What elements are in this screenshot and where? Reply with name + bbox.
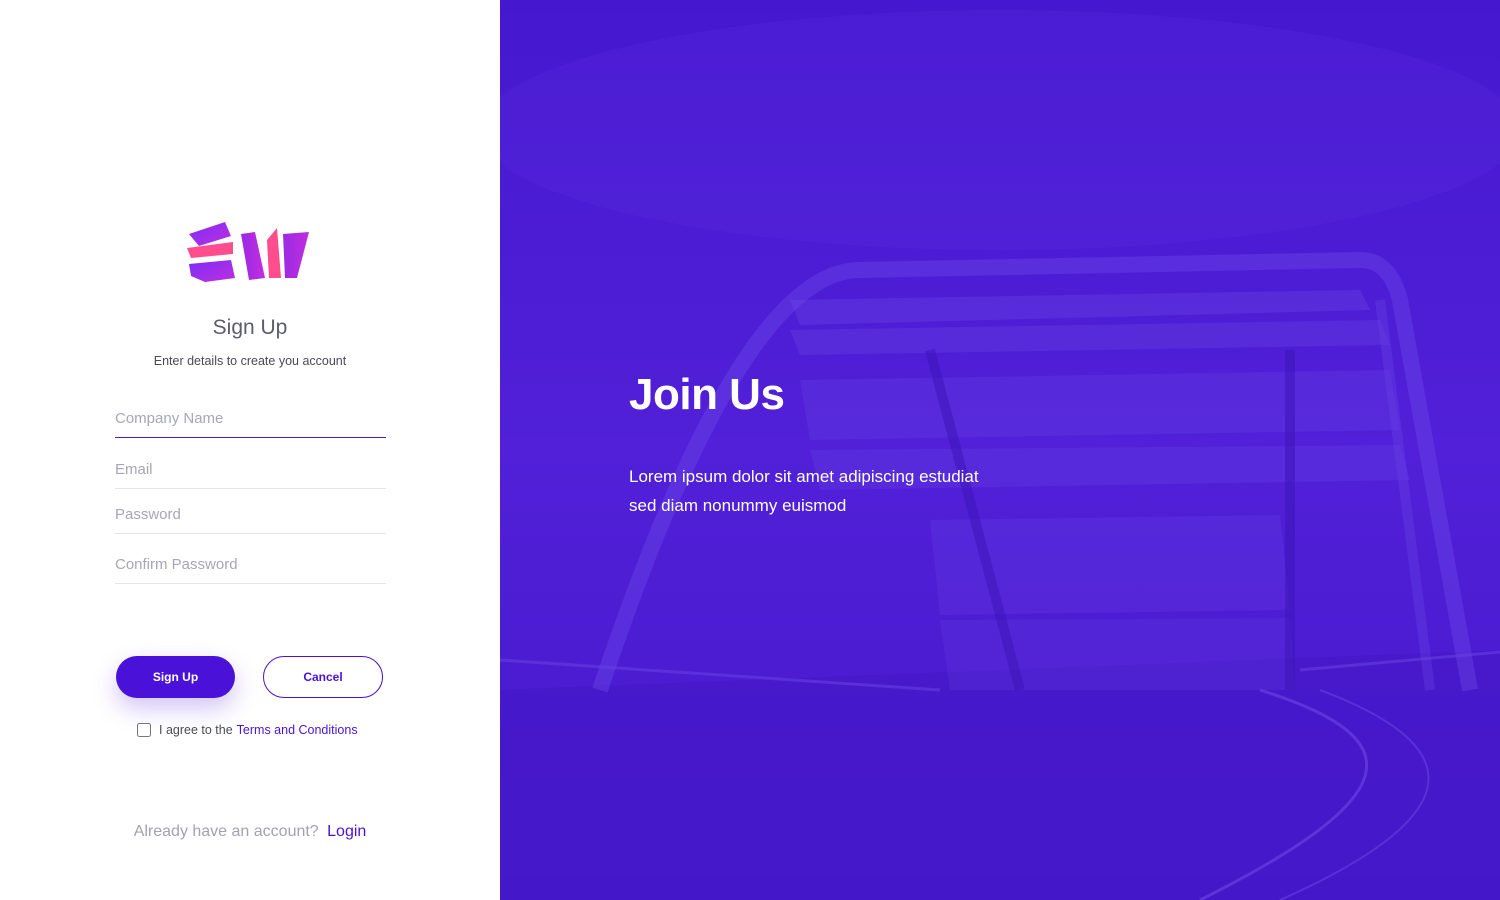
page-subtitle: Enter details to create you account	[153, 354, 347, 368]
hero-description-line-2: sed diam nonummy euismod	[629, 496, 847, 515]
page-title: Sign Up	[212, 316, 288, 339]
login-prompt: Already have an account? Login	[0, 823, 500, 841]
password-input[interactable]	[115, 506, 386, 534]
confirm-password-input[interactable]	[115, 556, 386, 584]
sign-up-button[interactable]: Sign Up	[116, 656, 235, 698]
hero-panel: Join Us Lorem ipsum dolor sit amet adipi…	[500, 0, 1500, 900]
terms-label: I agree to the	[159, 723, 233, 737]
email-input[interactable]	[115, 461, 386, 489]
terms-checkbox[interactable]	[137, 723, 151, 737]
terms-link[interactable]: Terms and Conditions	[237, 723, 358, 737]
bridge-image	[500, 0, 1500, 900]
signup-panel: Sign Up Enter details to create you acco…	[0, 0, 500, 900]
logo-icon	[187, 222, 309, 282]
hero-description: Lorem ipsum dolor sit amet adipiscing es…	[629, 462, 1049, 520]
terms-row: I agree to the Terms and Conditions	[137, 723, 358, 737]
cancel-button[interactable]: Cancel	[263, 656, 383, 698]
hero-title: Join Us	[629, 370, 785, 419]
hero-description-line-1: Lorem ipsum dolor sit amet adipiscing es…	[629, 467, 979, 486]
company-name-input[interactable]	[115, 410, 386, 438]
login-link[interactable]: Login	[327, 823, 366, 840]
login-prompt-text: Already have an account?	[133, 823, 319, 840]
